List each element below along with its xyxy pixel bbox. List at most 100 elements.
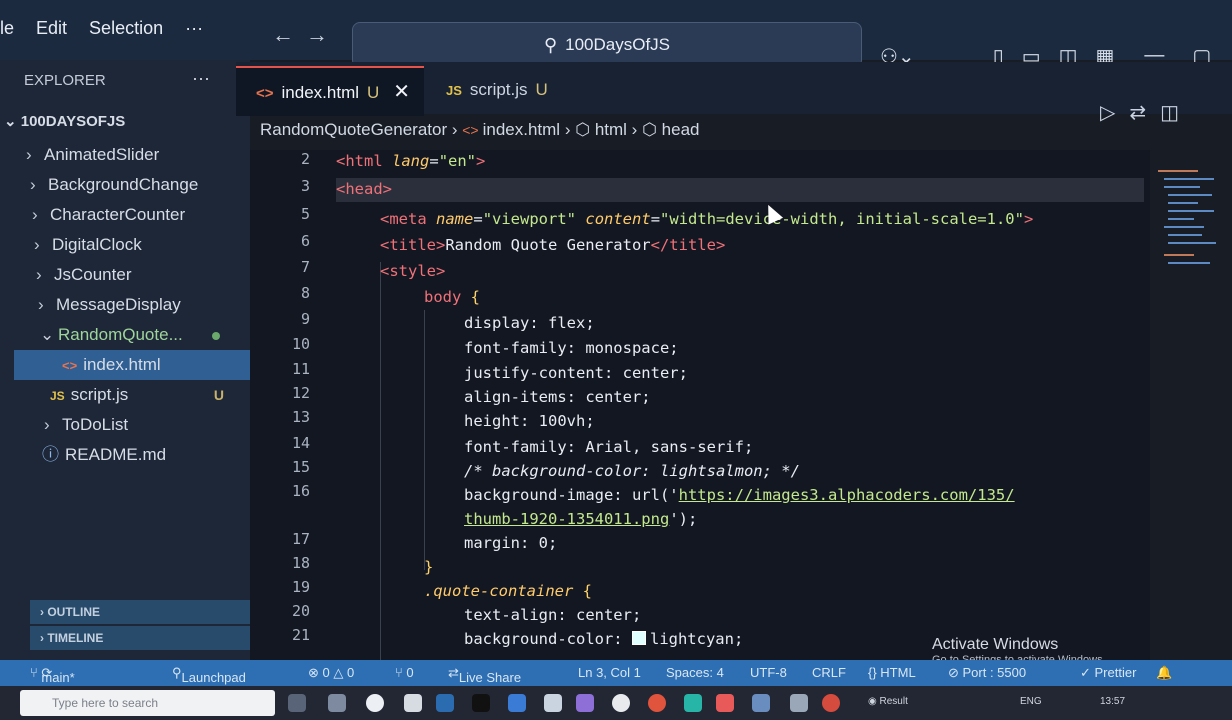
- tree-item-label: index.html: [83, 355, 161, 374]
- app-icon[interactable]: [822, 694, 840, 712]
- notifications-icon[interactable]: 🔔: [1156, 665, 1172, 681]
- browser-icon[interactable]: [366, 694, 384, 712]
- live-server-port[interactable]: ⊘ Port : 5500: [948, 665, 1026, 681]
- tree-item-readme[interactable]: ⓘ README.md: [0, 440, 250, 470]
- tree-item-digitalclock[interactable]: › DigitalClock: [0, 230, 250, 260]
- prettier-status[interactable]: ✓ Prettier: [1080, 665, 1136, 681]
- tree-item-label: CharacterCounter: [50, 205, 186, 224]
- file-explorer-icon[interactable]: [404, 694, 422, 712]
- ports-status[interactable]: ⑂ 0: [395, 665, 414, 680]
- url-link[interactable]: https://images3.alphacoders.com/135/: [679, 486, 1015, 504]
- attr-value: "viewport": [482, 210, 577, 228]
- title-close-tag: </title>: [650, 236, 726, 254]
- tree-item-backgroundchange[interactable]: › BackgroundChange: [0, 170, 250, 200]
- line-number: 6: [300, 232, 310, 250]
- minimap-line: [1164, 254, 1194, 256]
- indent-guide: [424, 310, 425, 570]
- linkedin-icon[interactable]: [436, 694, 454, 712]
- tray-clock[interactable]: 13:57: [1100, 696, 1125, 707]
- breadcrumb-file[interactable]: index.html: [483, 120, 560, 139]
- brace: {: [582, 582, 592, 600]
- tree-item-messagedisplay[interactable]: › MessageDisplay: [0, 290, 250, 320]
- minimap[interactable]: [1150, 160, 1232, 300]
- vscode-icon[interactable]: [684, 694, 702, 712]
- breadcrumb-separator: ›: [631, 120, 638, 139]
- line-number: 13: [291, 408, 310, 426]
- menu-edit[interactable]: Edit: [36, 18, 67, 39]
- code-line-20: text-align: center;: [464, 606, 642, 624]
- line-number: 10: [291, 335, 310, 353]
- encoding-status[interactable]: UTF-8: [750, 665, 787, 680]
- tab-index-html[interactable]: <> index.html U ✕: [236, 66, 424, 116]
- code-line-6: <title>Random Quote Generator</title>: [380, 236, 725, 254]
- split-editor-icon[interactable]: ◫: [1160, 102, 1193, 124]
- tree-item-jscounter[interactable]: › JsCounter: [0, 260, 250, 290]
- live-share-label: Live Share: [458, 670, 522, 685]
- breadcrumb-element-head[interactable]: head: [662, 120, 700, 139]
- branch-label: main*: [41, 670, 75, 685]
- github-icon[interactable]: [612, 694, 630, 712]
- x-icon[interactable]: [472, 694, 490, 712]
- tree-item-label: script.js: [70, 385, 129, 404]
- run-icon[interactable]: ▷: [1100, 102, 1129, 124]
- explorer-more-button[interactable]: ···: [192, 68, 210, 89]
- cursor-position[interactable]: Ln 3, Col 1: [578, 665, 641, 680]
- breadcrumb-folder[interactable]: RandomQuoteGenerator: [260, 120, 447, 139]
- store-icon[interactable]: [328, 694, 346, 712]
- problems-status[interactable]: ⊗ 0 △ 0: [308, 665, 354, 681]
- tree-item-label: MessageDisplay: [56, 295, 181, 314]
- windows-taskbar: Type here to search ◉ Result ENG 13:57: [0, 686, 1232, 720]
- menu-bar: le Edit Selection ···: [0, 18, 225, 39]
- css-property: background-color:: [464, 630, 623, 648]
- tree-item-charactercounter[interactable]: › CharacterCounter: [0, 200, 250, 230]
- launchpad-status[interactable]: ⚲ Launchpad: [172, 665, 246, 685]
- title-tag: <title>: [380, 236, 446, 254]
- line-number: 2: [300, 150, 310, 168]
- branch-status[interactable]: ⑂ main* ⟳: [30, 665, 75, 685]
- attr-name: lang: [392, 152, 430, 170]
- compare-icon[interactable]: ⇄: [1129, 102, 1160, 124]
- app-icon[interactable]: [544, 694, 562, 712]
- close-icon[interactable]: ✕: [393, 81, 410, 103]
- tray-language[interactable]: ENG: [1020, 696, 1042, 707]
- taskbar-search-input[interactable]: Type here to search: [20, 690, 275, 716]
- head-tag: <head>: [336, 180, 392, 198]
- live-share-status[interactable]: ⇄ Live Share: [448, 665, 521, 685]
- menu-file[interactable]: le: [0, 18, 14, 39]
- chevron-down-icon: ⌄: [40, 325, 55, 344]
- app-icon[interactable]: [752, 694, 770, 712]
- indentation-status[interactable]: Spaces: 4: [666, 665, 724, 680]
- app-icon[interactable]: [576, 694, 594, 712]
- forward-arrow-icon[interactable]: →: [306, 22, 340, 47]
- app-icon[interactable]: [790, 694, 808, 712]
- tray-result[interactable]: ◉ Result: [868, 696, 908, 707]
- tree-item-randomquote[interactable]: ⌄ RandomQuote...: [0, 320, 250, 350]
- tray-result-label: Result: [879, 696, 908, 707]
- tree-item-todolist[interactable]: › ToDoList: [0, 410, 250, 440]
- css-value: lightcyan;: [649, 630, 744, 648]
- timeline-section[interactable]: › TIMELINE: [30, 626, 252, 650]
- color-swatch[interactable]: [631, 631, 646, 645]
- back-arrow-icon[interactable]: ←: [272, 22, 306, 47]
- app-icon[interactable]: [508, 694, 526, 712]
- task-view-icon[interactable]: [288, 694, 306, 712]
- code-editor[interactable]: 2 3 5 6 7 8 9 10 11 12 13 14 15 16 17 18…: [250, 150, 1150, 660]
- breadcrumb-element-html[interactable]: html: [595, 120, 627, 139]
- tree-item-label: README.md: [65, 445, 167, 464]
- app-icon[interactable]: [716, 694, 734, 712]
- eol-status[interactable]: CRLF: [812, 665, 846, 680]
- line-number: 14: [291, 434, 310, 452]
- menu-more[interactable]: ···: [185, 18, 203, 39]
- line-number: 5: [300, 205, 310, 223]
- language-status[interactable]: {} HTML: [868, 665, 916, 680]
- tree-item-script-js[interactable]: JS script.js U: [0, 380, 250, 410]
- tab-script-js[interactable]: JS script.js U: [426, 66, 594, 114]
- menu-selection[interactable]: Selection: [89, 18, 163, 39]
- chrome-icon[interactable]: [648, 694, 666, 712]
- explorer-root-folder[interactable]: ⌄ 100DAYSOFJS: [4, 112, 125, 130]
- tree-item-animatedslider[interactable]: › AnimatedSlider: [0, 140, 250, 170]
- code-line-3: <head>: [336, 180, 392, 198]
- url-link[interactable]: thumb-1920-1354011.png: [464, 510, 669, 528]
- code-line-13: height: 100vh;: [464, 412, 595, 430]
- outline-section[interactable]: › OUTLINE: [30, 600, 252, 624]
